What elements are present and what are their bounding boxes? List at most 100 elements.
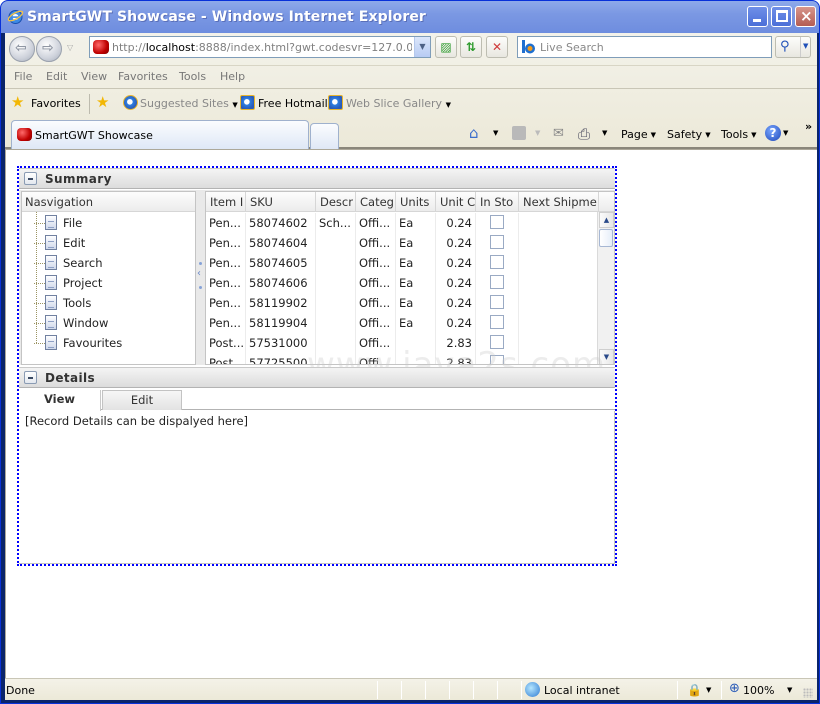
in-stock-checkbox[interactable] xyxy=(490,335,504,349)
feeds-dropdown-icon[interactable]: ▼ xyxy=(535,129,540,137)
page-menu-button[interactable]: Page ▼ xyxy=(621,128,656,141)
in-stock-checkbox[interactable] xyxy=(490,295,504,309)
menu-edit[interactable]: Edit xyxy=(46,70,67,83)
free-hotmail-link[interactable]: Free Hotmail xyxy=(258,97,328,110)
zoom-dropdown-icon[interactable]: ▼ xyxy=(787,686,792,694)
menu-view[interactable]: View xyxy=(81,70,107,83)
scroll-thumb[interactable] xyxy=(599,229,613,247)
resize-grip[interactable] xyxy=(803,688,813,698)
toolbar-overflow-chevron[interactable]: » xyxy=(805,120,812,133)
print-dropdown-icon[interactable]: ▼ xyxy=(602,129,607,137)
details-tabset: View Edit xyxy=(19,390,615,411)
ie-logo-icon xyxy=(7,10,24,24)
scroll-down-button[interactable]: ▼ xyxy=(599,349,614,364)
tab-view[interactable]: View xyxy=(19,390,101,411)
compatibility-view-button[interactable]: ▨ xyxy=(435,36,457,58)
tree-item-search[interactable]: Search xyxy=(22,253,192,273)
summary-section-header[interactable]: Summary xyxy=(19,168,615,189)
close-button[interactable]: × xyxy=(795,6,816,27)
tools-menu-button[interactable]: Tools ▼ xyxy=(721,128,757,141)
menu-help[interactable]: Help xyxy=(220,70,245,83)
minimize-button[interactable] xyxy=(747,6,768,27)
menu-favorites[interactable]: Favorites xyxy=(118,70,168,83)
refresh-button[interactable]: ⇅ xyxy=(460,36,482,58)
column-header-item[interactable]: Item I xyxy=(206,192,246,212)
table-row[interactable]: Pen... 58074606 Offi... Ea 0.24 xyxy=(206,273,599,293)
suggested-sites-link[interactable]: Suggested Sites ▼ xyxy=(140,97,238,110)
in-stock-checkbox[interactable] xyxy=(490,315,504,329)
column-header-units[interactable]: Units xyxy=(396,192,436,212)
in-stock-checkbox[interactable] xyxy=(490,355,504,364)
safety-menu-button[interactable]: Safety ▼ xyxy=(667,128,711,141)
in-stock-checkbox[interactable] xyxy=(490,215,504,229)
tab-smartgwt-showcase[interactable]: SmartGWT Showcase xyxy=(11,120,309,149)
recent-pages-dropdown[interactable]: ▽ xyxy=(67,43,73,52)
home-icon[interactable]: ⌂ xyxy=(469,124,479,142)
home-dropdown-icon[interactable]: ▼ xyxy=(493,129,498,137)
title-bar[interactable]: SmartGWT Showcase - Windows Internet Exp… xyxy=(1,1,819,33)
in-stock-checkbox[interactable] xyxy=(490,275,504,289)
tab-edit[interactable]: Edit xyxy=(102,390,182,410)
search-options-dropdown-icon[interactable]: ▼ xyxy=(803,42,808,50)
web-slice-gallery-link[interactable]: Web Slice Gallery ▼ xyxy=(346,97,451,110)
column-header-sku[interactable]: SKU xyxy=(246,192,316,212)
in-stock-checkbox[interactable] xyxy=(490,235,504,249)
table-row[interactable]: Pen... 58074605 Offi... Ea 0.24 xyxy=(206,253,599,273)
tree-item-edit[interactable]: Edit xyxy=(22,233,192,253)
read-mail-icon[interactable]: ✉ xyxy=(553,126,564,141)
scroll-up-button[interactable]: ▲ xyxy=(599,212,614,228)
split-pane-resizer[interactable]: ‹ xyxy=(197,190,205,365)
unit-cost-cell: 0.24 xyxy=(436,293,476,313)
menu-tools[interactable]: Tools xyxy=(179,70,206,83)
favorites-button[interactable]: Favorites xyxy=(31,97,81,110)
tree-item-window[interactable]: Window xyxy=(22,313,192,333)
column-header-category[interactable]: Categ xyxy=(356,192,396,212)
table-row[interactable]: Pen... 58074602 Sch... Offi... Ea 0.24 xyxy=(206,213,599,233)
tree-item-tools[interactable]: Tools xyxy=(22,293,192,313)
address-url[interactable]: http://localhost:8888/index.html?gwt.cod… xyxy=(112,41,412,54)
zoom-level[interactable]: 100% xyxy=(743,684,774,697)
new-tab-button[interactable] xyxy=(310,123,339,149)
add-to-favorites-icon[interactable]: ★ xyxy=(96,93,109,111)
address-dropdown-button[interactable]: ▼ xyxy=(414,37,430,57)
help-icon[interactable]: ? xyxy=(765,125,781,141)
column-header-unit-cost[interactable]: Unit C xyxy=(436,192,476,212)
column-header-description[interactable]: Descr xyxy=(316,192,356,212)
help-dropdown-icon[interactable]: ▼ xyxy=(783,129,788,137)
print-icon[interactable]: ⎙ xyxy=(578,125,590,143)
search-box[interactable]: Live Search xyxy=(517,36,772,58)
menu-file[interactable]: File xyxy=(14,70,32,83)
tree-item-favourites[interactable]: Favourites xyxy=(22,333,192,353)
protected-mode-icon[interactable]: 🔒 xyxy=(687,683,702,697)
unit-cost-cell: 0.24 xyxy=(436,233,476,253)
tree-item-file[interactable]: File xyxy=(22,213,192,233)
tree-item-label: Project xyxy=(63,276,103,290)
table-row[interactable]: Post... 57725500 Offi... 2.83 xyxy=(206,353,599,364)
navigation-tree-header[interactable]: Nasvigation xyxy=(22,192,195,212)
description-cell xyxy=(316,233,356,253)
feeds-icon[interactable] xyxy=(512,126,526,140)
details-section-header[interactable]: Details xyxy=(19,367,615,388)
back-button[interactable]: ⇦ xyxy=(9,36,35,62)
search-button[interactable]: ⚲ ▼ xyxy=(775,36,811,58)
collapse-summary-icon[interactable] xyxy=(24,172,37,185)
collapse-details-icon[interactable] xyxy=(24,371,37,384)
address-bar[interactable]: http://localhost:8888/index.html?gwt.cod… xyxy=(89,36,431,58)
column-header-in-stock[interactable]: In Sto xyxy=(476,192,519,212)
stop-button[interactable]: ✕ xyxy=(486,36,508,58)
search-divider xyxy=(800,37,801,57)
search-placeholder[interactable]: Live Search xyxy=(540,41,604,54)
table-row[interactable]: Post... 57531000 Offi... 2.83 xyxy=(206,333,599,353)
tree-item-project[interactable]: Project xyxy=(22,273,192,293)
forward-button[interactable]: ⇨ xyxy=(36,36,62,62)
column-header-next-shipment[interactable]: Next Shipme xyxy=(519,192,599,212)
grid-vertical-scrollbar[interactable]: ▲ ▼ xyxy=(597,212,614,364)
table-row[interactable]: Pen... 58119902 Offi... Ea 0.24 xyxy=(206,293,599,313)
maximize-button[interactable] xyxy=(771,6,792,27)
security-zone-label[interactable]: Local intranet xyxy=(544,684,620,697)
chevron-down-icon[interactable]: ▼ xyxy=(706,686,711,694)
in-stock-checkbox[interactable] xyxy=(490,255,504,269)
table-row[interactable]: Pen... 58119904 Offi... Ea 0.24 xyxy=(206,313,599,333)
table-row[interactable]: Pen... 58074604 Offi... Ea 0.24 xyxy=(206,233,599,253)
collapse-left-chevron-icon[interactable]: ‹ xyxy=(197,268,201,279)
